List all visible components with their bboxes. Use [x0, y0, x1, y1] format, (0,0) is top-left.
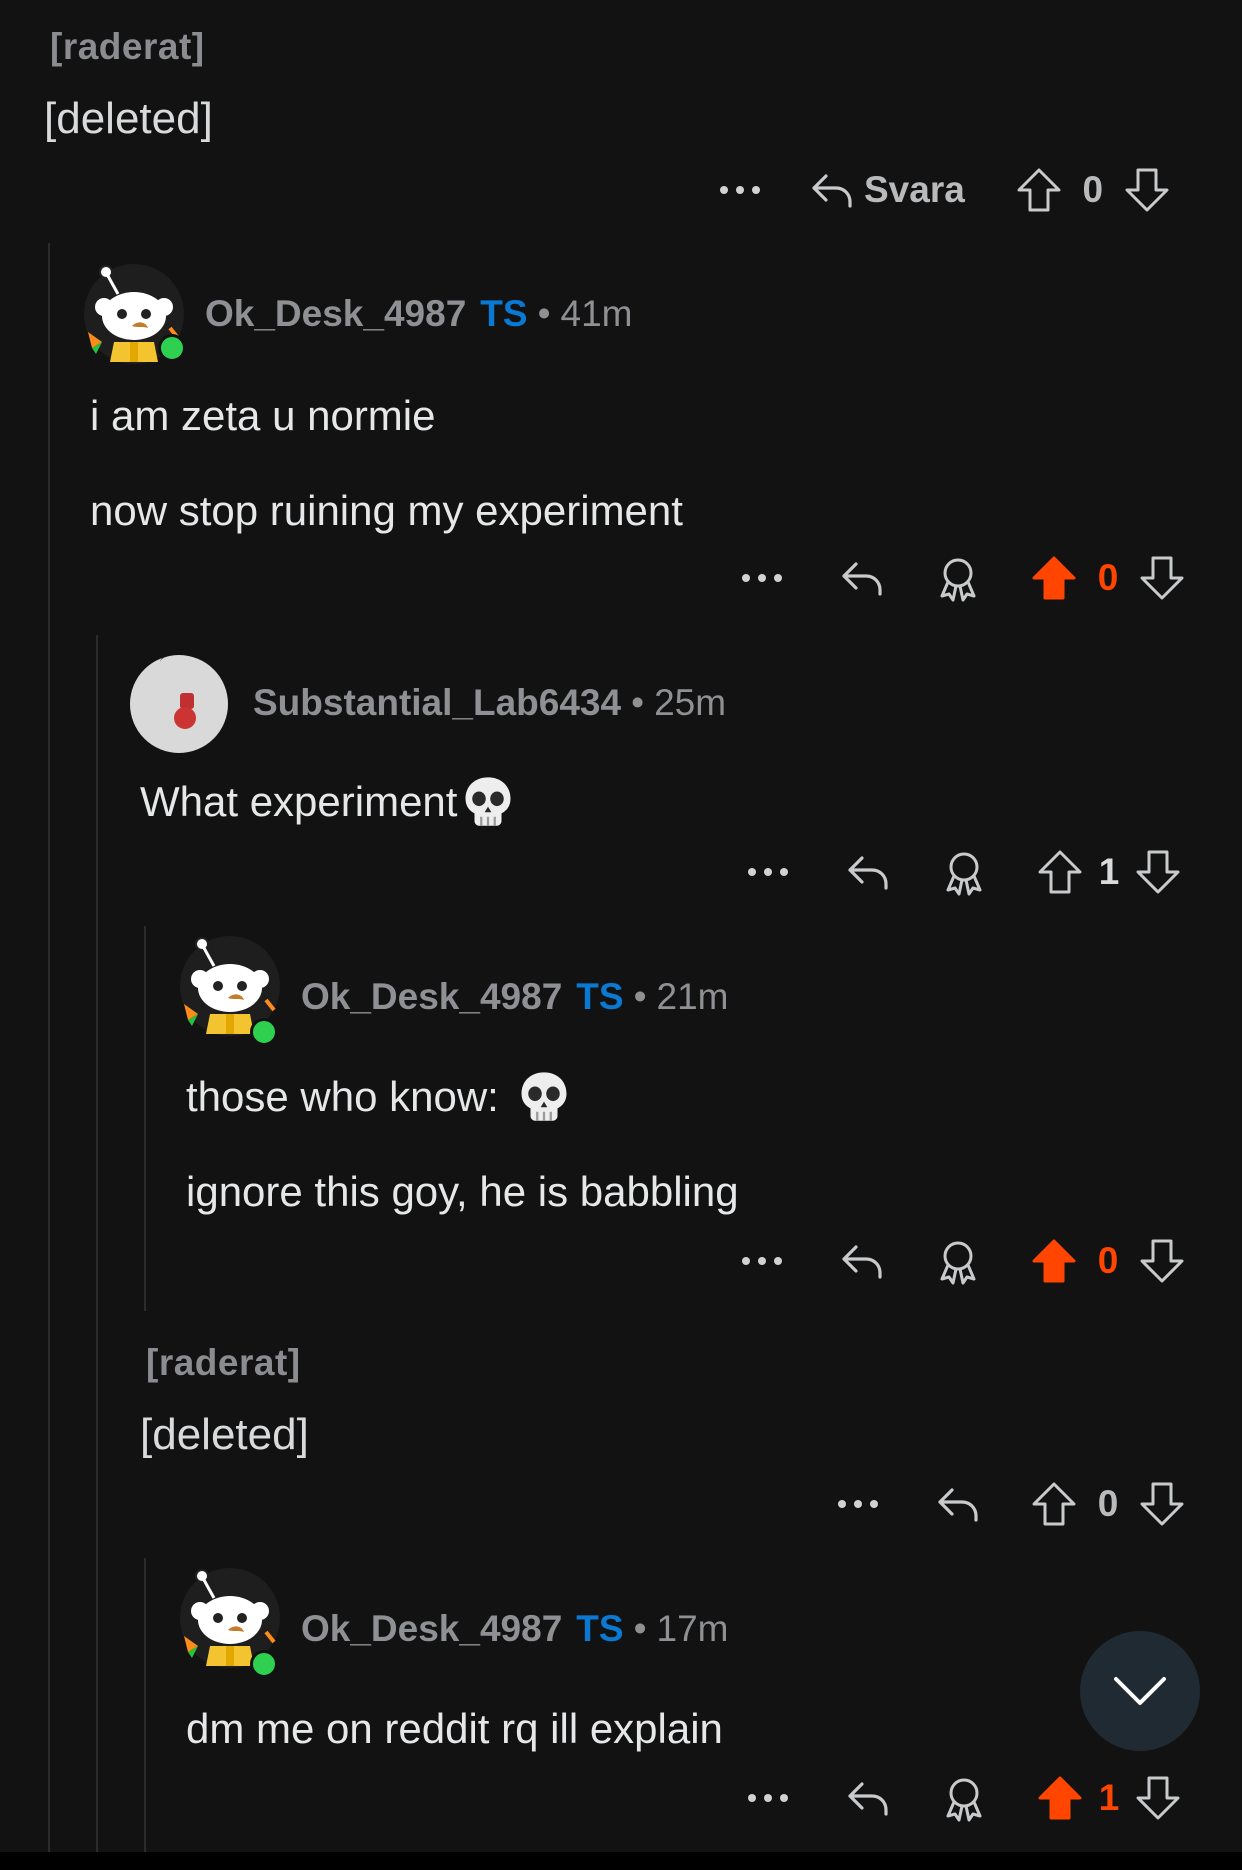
reply-icon: [808, 166, 856, 214]
downvote-icon[interactable]: [1134, 1774, 1182, 1822]
comment-body-line: What experiment: [140, 778, 458, 825]
downvote-icon[interactable]: [1134, 848, 1182, 896]
comment-actions: 0: [742, 1231, 1186, 1291]
chevron-down-icon: [1114, 1677, 1166, 1705]
more-options-icon[interactable]: [748, 867, 788, 877]
comment-author[interactable]: Ok_Desk_4987: [301, 976, 562, 1018]
reply-icon[interactable]: [934, 1480, 982, 1528]
downvote-icon[interactable]: [1123, 166, 1171, 214]
award-icon[interactable]: [934, 554, 982, 602]
comment-meta: Substantial_Lab6434 • 25m: [253, 682, 726, 724]
reply-button[interactable]: Svara: [808, 166, 965, 214]
more-options-icon[interactable]: [742, 1256, 782, 1266]
online-indicator: [250, 1650, 278, 1678]
op-badge: TS: [576, 1608, 624, 1649]
comment-time: 21m: [656, 976, 729, 1017]
thread-line-level-1[interactable]: [48, 243, 50, 1852]
upvote-icon[interactable]: [1036, 1774, 1084, 1822]
reply-icon[interactable]: [838, 554, 886, 602]
reply-icon[interactable]: [844, 848, 892, 896]
skull-emoji: [517, 1069, 571, 1123]
vote-count: 0: [1082, 169, 1104, 210]
upvote-icon[interactable]: [1036, 848, 1084, 896]
scroll-next-button[interactable]: [1080, 1631, 1200, 1751]
avatar[interactable]: [130, 655, 228, 753]
upvote-icon[interactable]: [1030, 1480, 1078, 1528]
comment-author[interactable]: [raderat]: [50, 26, 205, 68]
comment-body-line: those who know:: [186, 1073, 499, 1120]
thread-line-level-2[interactable]: [96, 635, 98, 1852]
avatar-detail: [174, 707, 196, 729]
comment-actions: 0: [838, 1474, 1186, 1534]
online-indicator: [250, 1018, 278, 1046]
upvote-icon[interactable]: [1030, 554, 1078, 602]
award-icon[interactable]: [940, 1774, 988, 1822]
downvote-icon[interactable]: [1138, 1480, 1186, 1528]
thread-line-level-3[interactable]: [144, 926, 146, 1311]
comment-meta: Ok_Desk_4987 TS • 17m: [301, 1608, 729, 1650]
comment-actions: 1: [748, 1768, 1182, 1828]
comment-author[interactable]: Substantial_Lab6434: [253, 682, 621, 724]
separator-dot: •: [633, 976, 647, 1017]
separator-dot: •: [633, 1608, 647, 1649]
comment-author[interactable]: [raderat]: [146, 1342, 301, 1384]
comment-body-line: now stop ruining my experiment: [90, 487, 683, 534]
comment-time: 17m: [656, 1608, 729, 1649]
comment-body-line: i am zeta u normie: [90, 392, 436, 439]
reply-icon[interactable]: [838, 1237, 886, 1285]
comment-body-line: dm me on reddit rq ill explain: [186, 1705, 723, 1752]
op-badge: TS: [480, 293, 528, 334]
downvote-icon[interactable]: [1138, 554, 1186, 602]
more-options-icon[interactable]: [720, 185, 760, 195]
vote-count: 0: [1097, 1240, 1119, 1281]
op-badge: TS: [576, 976, 624, 1017]
comment-meta: Ok_Desk_4987 TS • 41m: [205, 293, 633, 335]
award-icon[interactable]: [940, 848, 988, 896]
upvote-icon[interactable]: [1030, 1237, 1078, 1285]
comment-author[interactable]: Ok_Desk_4987: [301, 1608, 562, 1650]
comment-author[interactable]: Ok_Desk_4987: [205, 293, 466, 335]
avatar-detail: [160, 655, 210, 674]
reply-icon[interactable]: [844, 1774, 892, 1822]
downvote-icon[interactable]: [1138, 1237, 1186, 1285]
more-options-icon[interactable]: [742, 573, 782, 583]
separator-dot: •: [537, 293, 551, 334]
comment-actions: 1: [748, 842, 1182, 902]
comment-body: those who know:: [186, 1073, 571, 1123]
thread-line-level-3b[interactable]: [144, 1558, 146, 1852]
separator-dot: •: [631, 682, 645, 723]
comment-body-line: ignore this goy, he is babbling: [186, 1168, 739, 1215]
more-options-icon[interactable]: [748, 1793, 788, 1803]
comment-actions: Svara 0: [720, 160, 1171, 220]
comment-time: 25m: [654, 682, 727, 723]
comment-actions: 0: [742, 548, 1186, 608]
vote-count: 0: [1097, 557, 1119, 598]
award-icon[interactable]: [934, 1237, 982, 1285]
online-indicator: [158, 334, 186, 362]
comment-body: What experiment: [140, 778, 515, 828]
comment-meta: Ok_Desk_4987 TS • 21m: [301, 976, 729, 1018]
reply-label: Svara: [864, 169, 965, 210]
comment-body: [deleted]: [44, 94, 213, 143]
vote-count: 1: [1098, 1777, 1120, 1818]
vote-count: 1: [1098, 851, 1120, 892]
more-options-icon[interactable]: [838, 1499, 878, 1509]
comment-time: 41m: [560, 293, 633, 334]
bottom-edge: [0, 1852, 1242, 1870]
upvote-icon[interactable]: [1015, 166, 1063, 214]
comment-body: [deleted]: [140, 1410, 309, 1459]
skull-emoji: [461, 774, 515, 828]
vote-count: 0: [1097, 1483, 1119, 1524]
